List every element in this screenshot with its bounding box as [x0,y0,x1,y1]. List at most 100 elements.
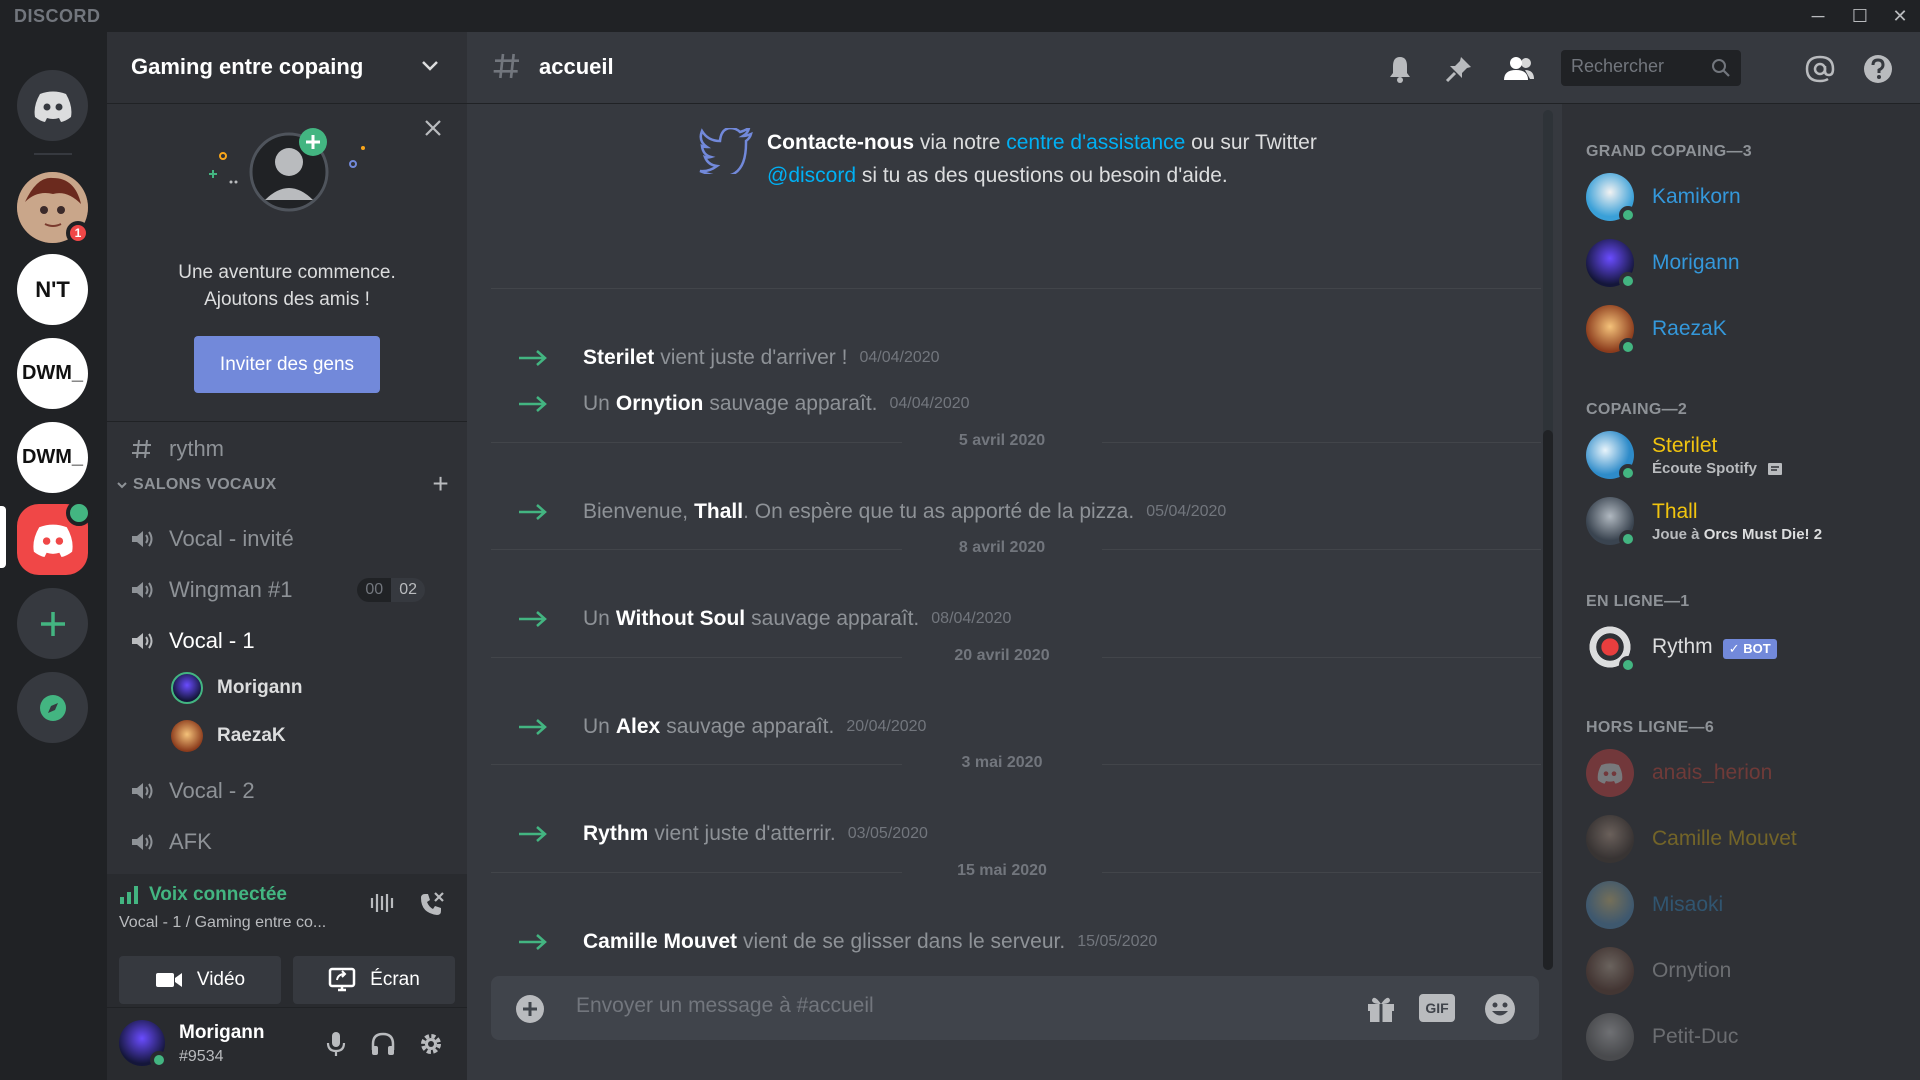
close-window-button[interactable]: ✕ [1880,2,1920,30]
message-composer[interactable]: Envoyer un message à #accueil GIF [491,976,1539,1040]
server-dwm-1[interactable]: DWM_ [17,338,88,409]
message-timestamp: 04/04/2020 [889,395,970,412]
text-channel-rythm[interactable]: rythm [127,428,447,470]
video-button[interactable]: Vidéo [119,956,281,1004]
hashtag-icon [493,53,519,79]
avatar[interactable] [119,1020,168,1069]
mentions-icon[interactable] [1805,54,1835,84]
message-user[interactable]: Thall [694,500,743,524]
explore-button[interactable] [17,672,88,743]
spotify-card-icon [1768,462,1783,475]
video-label: Vidéo [196,969,246,990]
message-user[interactable]: Without Soul [616,607,745,631]
settings-gear-icon[interactable] [417,1030,445,1058]
member-ornytion[interactable]: Ornytion [1586,942,1906,1000]
avatar [1586,815,1634,863]
add-server-button[interactable] [17,588,88,659]
system-message[interactable]: Un Without Soul sauvage apparaît. 08/04/202… [515,599,1565,639]
member-activity: Joue à Orcs Must Die! 2 [1652,526,1822,543]
member-rythm[interactable]: Rythm ✓ BOT [1586,618,1906,676]
disconnect-icon[interactable] [417,890,445,918]
message-user[interactable]: Sterilet [583,346,654,370]
voice-channel-vocal-2[interactable]: Vocal - 2 [127,770,447,812]
server-rail: 1 N'T DWM_ DWM_ [0,32,107,1080]
microphone-icon[interactable] [325,1030,347,1058]
help-icon[interactable] [1863,54,1893,84]
message-post: sauvage apparaît. [666,715,835,738]
screen-label: Écran [370,969,420,990]
compass-icon [39,694,66,721]
voice-category[interactable]: SALONS VOCAUX + [115,468,459,499]
member-petit-duc[interactable]: Petit-Duc [1586,1008,1906,1066]
member-thall[interactable]: Thall Joue à Orcs Must Die! 2 [1586,492,1906,550]
member-misaoki[interactable]: Misaoki [1586,876,1906,934]
system-message[interactable]: Un Ornytion sauvage apparaît. 04/04/2020 [515,384,1565,424]
message-pre: Un [583,607,610,630]
voice-user-morigann[interactable]: Morigann [171,669,303,707]
discord-logo-icon [32,524,73,557]
minimize-button[interactable]: ─ [1798,2,1838,30]
add-channel-icon[interactable]: + [432,468,449,500]
voice-user-raezak[interactable]: RaezaK [171,717,286,755]
voice-channel-info[interactable]: Vocal - 1 / Gaming entre co... [119,914,326,932]
member-morigann[interactable]: Morigann [1586,234,1906,292]
member-camille-mouvet[interactable]: Camille Mouvet [1586,810,1906,868]
discord-wordmark: DISCORD [14,6,101,26]
member-sterilet[interactable]: Sterilet Écoute Spotify [1586,426,1906,484]
bell-icon[interactable] [1385,54,1415,84]
member-name: anais_herion [1652,761,1773,784]
scrollbar-thumb[interactable] [1543,430,1553,970]
members-icon[interactable] [1503,54,1535,84]
member-anais-herion[interactable]: anais_herion [1586,744,1906,802]
emoji-icon[interactable] [1483,992,1517,1026]
voice-status[interactable]: Voix connectée [119,884,287,906]
message-pre: Un [583,392,610,415]
server-avatar[interactable]: 1 [17,172,90,245]
avatar [1586,497,1637,548]
upload-plus-icon[interactable] [515,994,545,1024]
discord-logo-icon [1597,763,1623,784]
divider [491,288,1541,289]
voice-channel-wingman[interactable]: Wingman #1 00 02 [127,569,447,611]
maximize-button[interactable]: ☐ [1840,2,1880,30]
voice-channel-invite[interactable]: Vocal - invité [127,518,447,560]
server-gaming-active[interactable] [17,500,92,575]
member-category: HORS LIGNE—6 [1586,719,1715,736]
search-input[interactable]: Rechercher [1561,50,1741,86]
system-message[interactable]: Un Alex sauvage apparaît. 20/04/2020 [515,707,1565,747]
message-user[interactable]: Ornytion [616,392,704,416]
twitter-link[interactable]: @discord [767,164,856,187]
voice-channel-vocal-1[interactable]: Vocal - 1 [127,620,447,662]
server-dwm-2[interactable]: DWM_ [17,422,88,493]
message-user[interactable]: Alex [616,715,660,739]
gift-icon[interactable] [1365,992,1397,1024]
close-icon[interactable] [423,118,443,138]
gif-button[interactable]: GIF [1419,994,1455,1022]
server-nt[interactable]: N'T [17,254,88,325]
activity-text: Écoute Spotify [1652,459,1758,477]
message-user[interactable]: Camille Mouvet [583,930,737,954]
message-timestamp: 15/05/2020 [1077,933,1158,950]
voice-channel-afk[interactable]: AFK [127,821,447,863]
avatar [171,672,203,704]
invite-people-button[interactable]: Inviter des gens [194,336,380,393]
member-raezak[interactable]: RaezaK [1586,300,1906,358]
home-button[interactable] [17,70,88,141]
pin-icon[interactable] [1444,54,1474,84]
member-kamikorn[interactable]: Kamikorn [1586,168,1906,226]
system-message[interactable]: Sterilet vient juste d'arriver ! 04/04/202… [515,338,1565,378]
member-activity: Écoute Spotify [1652,460,1783,477]
system-message[interactable]: Camille Mouvet vient de se glisser dans l… [515,922,1565,962]
invite-panel: Une aventure commence. Ajoutons des amis… [107,104,467,422]
server-header[interactable]: Gaming entre copaing [107,32,467,104]
title-bar: DISCORD ─ ☐ ✕ [0,0,1920,32]
screen-share-button[interactable]: Écran [293,956,455,1004]
help-center-link[interactable]: centre d'assistance [1006,131,1185,154]
message-user[interactable]: Rythm [583,822,648,846]
headphones-icon[interactable] [369,1030,397,1058]
system-message[interactable]: Bienvenue, Thall. On espère que tu as app… [515,492,1565,532]
noise-suppression-icon[interactable] [369,890,395,916]
date-divider-label: 8 avril 2020 [902,539,1102,557]
system-message[interactable]: Rythm vient juste d'atterrir. 03/05/2020 [515,814,1565,854]
twitter-bird-icon [699,128,753,174]
